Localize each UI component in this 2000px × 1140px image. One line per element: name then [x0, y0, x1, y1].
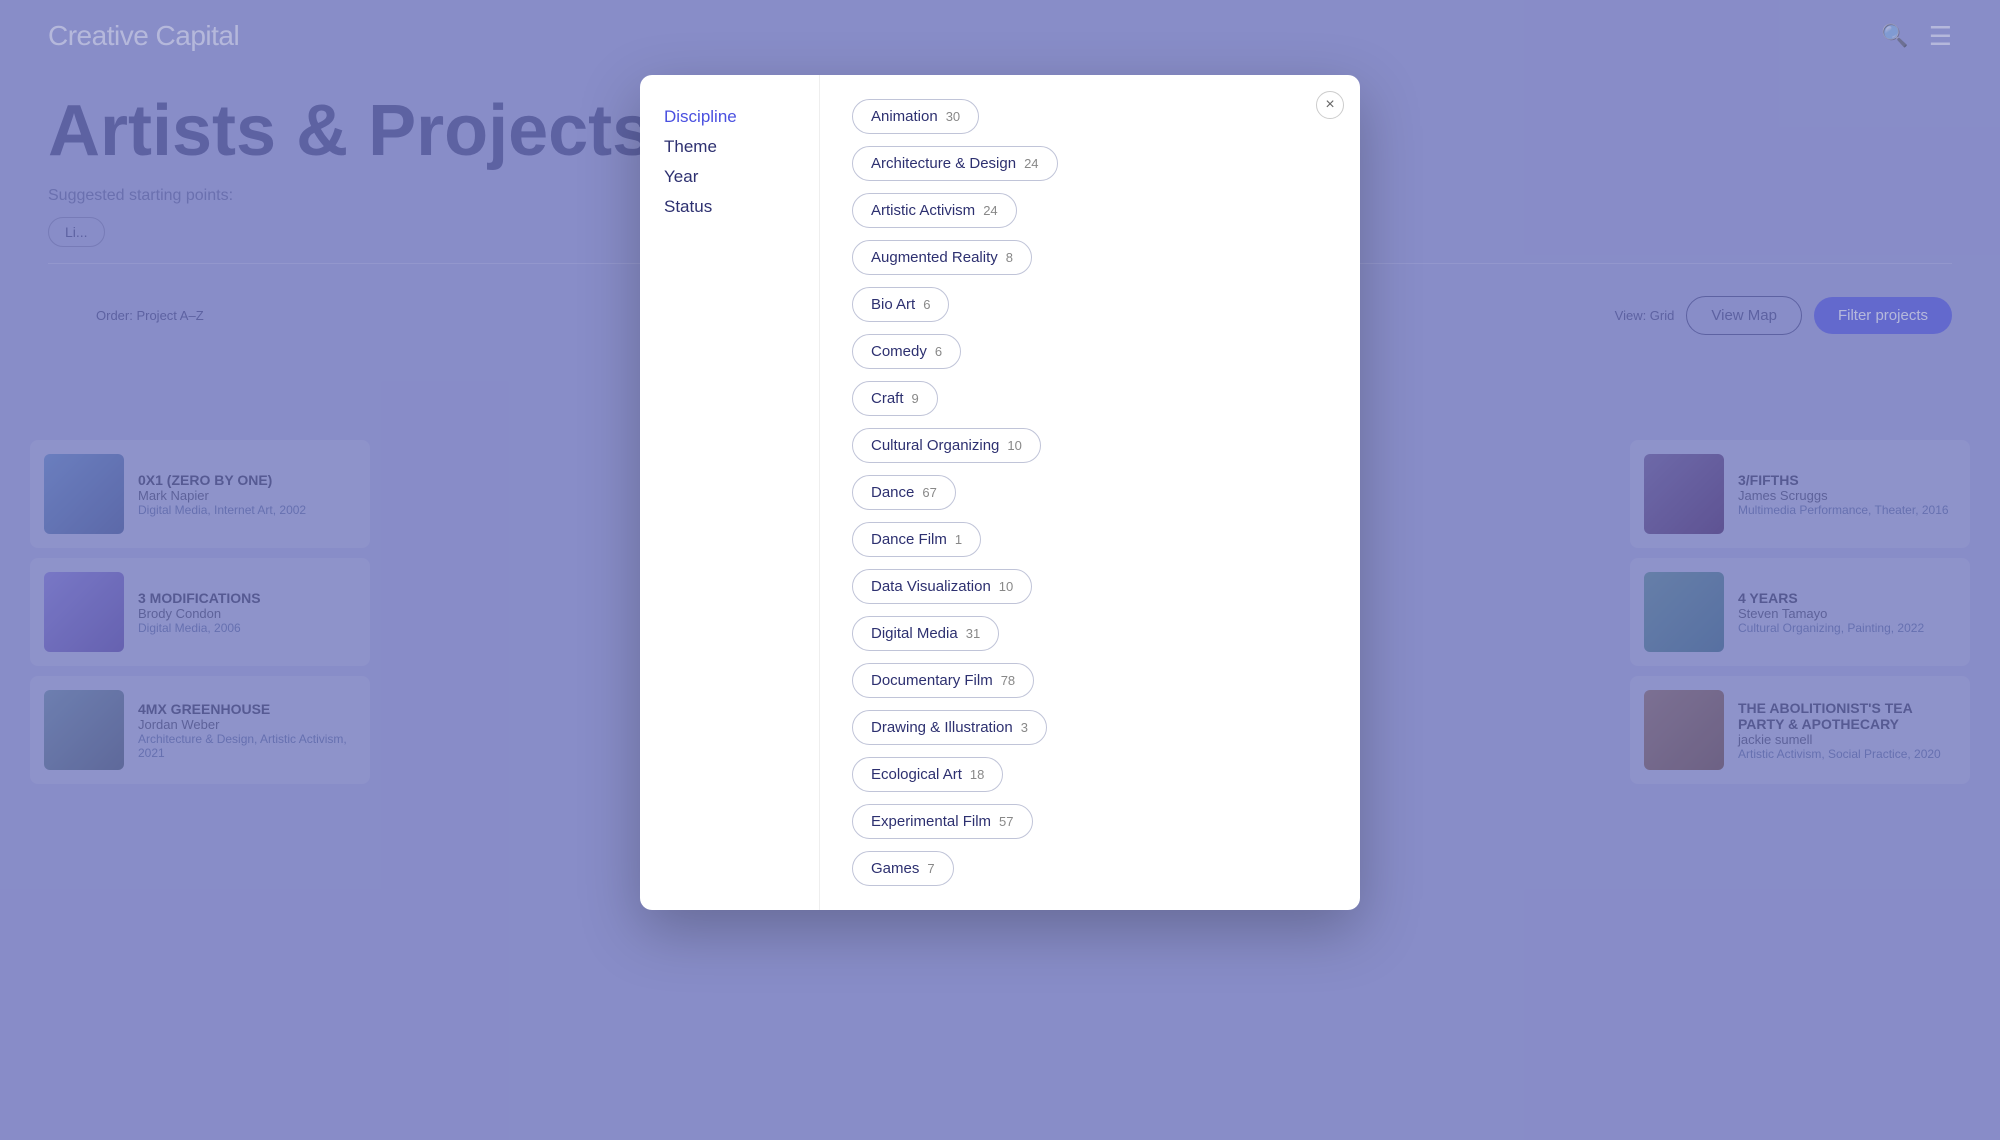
discipline-count: 30 [946, 109, 960, 124]
discipline-tag[interactable]: Comedy 6 [852, 334, 961, 369]
discipline-name: Artistic Activism [871, 202, 975, 219]
discipline-count: 9 [912, 391, 919, 406]
discipline-name: Documentary Film [871, 672, 993, 689]
discipline-tag[interactable]: Drawing & Illustration 3 [852, 710, 1047, 745]
filter-theme[interactable]: Theme [664, 137, 795, 157]
discipline-tag[interactable]: Dance Film 1 [852, 522, 981, 557]
filter-status[interactable]: Status [664, 197, 795, 217]
discipline-count: 78 [1001, 673, 1015, 688]
discipline-name: Animation [871, 108, 938, 125]
discipline-tag[interactable]: Cultural Organizing 10 [852, 428, 1041, 463]
filter-year[interactable]: Year [664, 167, 795, 187]
discipline-tag[interactable]: Bio Art 6 [852, 287, 949, 322]
discipline-tag[interactable]: Augmented Reality 8 [852, 240, 1032, 275]
discipline-tag[interactable]: Animation 30 [852, 99, 979, 134]
filter-sidebar: Discipline Theme Year Status [640, 75, 820, 910]
discipline-count: 24 [983, 203, 997, 218]
discipline-tag[interactable]: Data Visualization 10 [852, 569, 1032, 604]
discipline-name: Architecture & Design [871, 155, 1016, 172]
discipline-name: Bio Art [871, 296, 915, 313]
discipline-name: Drawing & Illustration [871, 719, 1013, 736]
discipline-name: Cultural Organizing [871, 437, 999, 454]
filter-modal: × Discipline Theme Year Status Animation… [640, 75, 1360, 910]
modal-overlay[interactable]: × Discipline Theme Year Status Animation… [0, 0, 2000, 1140]
discipline-count: 57 [999, 814, 1013, 829]
disciplines-grid: Animation30Architecture & Design24Artist… [852, 99, 1328, 886]
discipline-tag[interactable]: Digital Media 31 [852, 616, 999, 651]
discipline-tag[interactable]: Architecture & Design 24 [852, 146, 1058, 181]
discipline-name: Dance [871, 484, 914, 501]
discipline-count: 7 [927, 861, 934, 876]
discipline-count: 10 [1007, 438, 1021, 453]
discipline-count: 6 [935, 344, 942, 359]
discipline-name: Digital Media [871, 625, 958, 642]
discipline-tag[interactable]: Experimental Film 57 [852, 804, 1033, 839]
discipline-count: 18 [970, 767, 984, 782]
disciplines-list: Animation30Architecture & Design24Artist… [820, 75, 1360, 910]
discipline-tag[interactable]: Dance 67 [852, 475, 956, 510]
discipline-name: Experimental Film [871, 813, 991, 830]
discipline-name: Games [871, 860, 919, 877]
discipline-name: Dance Film [871, 531, 947, 548]
discipline-tag[interactable]: Games 7 [852, 851, 954, 886]
discipline-count: 24 [1024, 156, 1038, 171]
discipline-tag[interactable]: Documentary Film 78 [852, 663, 1034, 698]
modal-close-button[interactable]: × [1316, 91, 1344, 119]
discipline-tag[interactable]: Artistic Activism 24 [852, 193, 1017, 228]
discipline-name: Craft [871, 390, 904, 407]
discipline-tag[interactable]: Craft 9 [852, 381, 938, 416]
discipline-count: 31 [966, 626, 980, 641]
discipline-name: Augmented Reality [871, 249, 998, 266]
discipline-count: 3 [1021, 720, 1028, 735]
filter-discipline[interactable]: Discipline [664, 107, 795, 127]
discipline-tag[interactable]: Ecological Art 18 [852, 757, 1003, 792]
discipline-name: Data Visualization [871, 578, 991, 595]
discipline-name: Ecological Art [871, 766, 962, 783]
discipline-count: 1 [955, 532, 962, 547]
discipline-count: 10 [999, 579, 1013, 594]
discipline-count: 67 [922, 485, 936, 500]
discipline-name: Comedy [871, 343, 927, 360]
discipline-count: 8 [1006, 250, 1013, 265]
discipline-count: 6 [923, 297, 930, 312]
